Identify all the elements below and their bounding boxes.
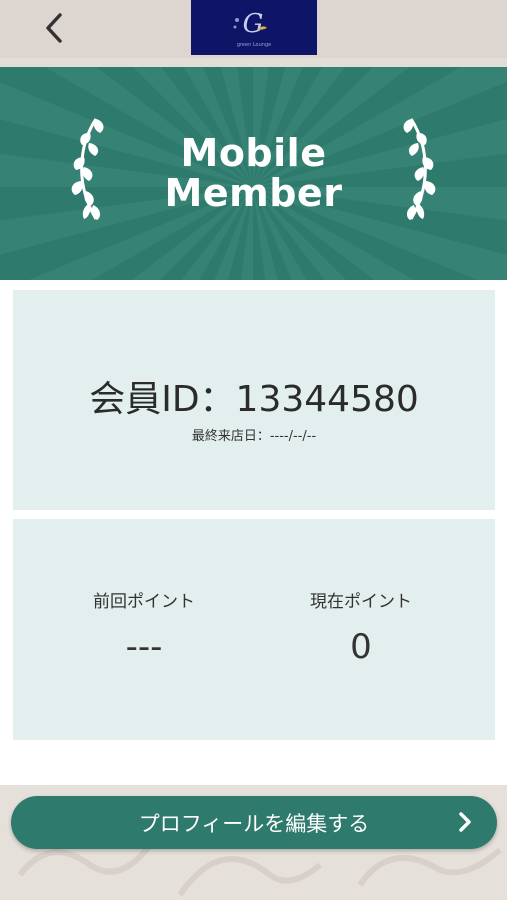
member-id-card: 会員ID：13344580 最終来店日：----/--/--: [13, 290, 495, 510]
edit-profile-button[interactable]: プロフィールを編集する: [11, 796, 497, 849]
member-id: 会員ID：13344580: [13, 370, 495, 422]
logo-subtext: green Lounge: [237, 42, 271, 48]
banner-title-line1: Mobile: [180, 131, 327, 175]
current-points-value: 0: [350, 627, 372, 667]
banner-title-line2: Member: [164, 171, 343, 215]
last-visit-value: ----/--/--: [269, 429, 317, 444]
current-points-label: 現在ポイント: [310, 592, 412, 612]
points-card: 前回ポイント --- 現在ポイント 0: [13, 519, 495, 740]
current-points: 現在ポイント 0: [261, 591, 461, 667]
edit-profile-label: プロフィールを編集する: [138, 811, 370, 836]
main-panel: Mobile Member 会員ID：13344580 最終来店日：----/-…: [0, 67, 507, 785]
member-id-label: 会員ID：: [89, 379, 236, 420]
chevron-left-icon: [46, 13, 62, 43]
chevron-right-icon: [459, 812, 471, 832]
back-button[interactable]: [34, 8, 74, 48]
app-header: G green Lounge: [0, 0, 507, 58]
previous-points: 前回ポイント ---: [44, 591, 244, 667]
logo-letter: G: [243, 9, 264, 39]
last-visit: 最終来店日：----/--/--: [13, 425, 495, 444]
brand-logo: G green Lounge: [191, 0, 317, 55]
previous-points-value: ---: [125, 627, 163, 667]
last-visit-label: 最終来店日：: [191, 429, 270, 444]
previous-points-label: 前回ポイント: [93, 592, 195, 612]
member-banner: Mobile Member: [0, 67, 507, 280]
banner-title: Mobile Member: [0, 133, 507, 213]
member-id-value: 13344580: [235, 379, 419, 420]
